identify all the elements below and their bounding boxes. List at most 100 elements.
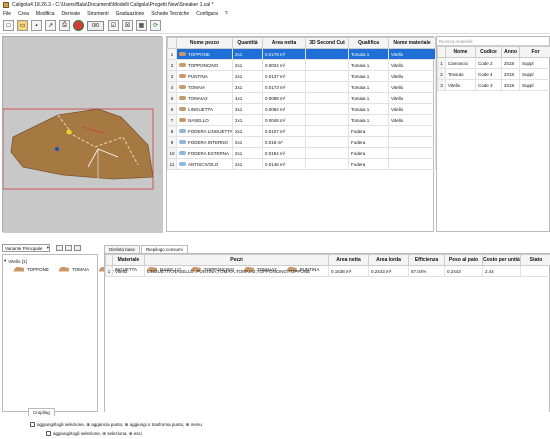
mat-header-name[interactable]: Nome [445, 46, 476, 58]
new-file-icon[interactable]: □ [3, 20, 14, 31]
menu-configura[interactable]: Configura [196, 11, 218, 17]
table-row[interactable]: 1 Vitello LINGUETTA,NASELLO ,PUNTINA,TOM… [105, 265, 550, 277]
row-number: 10 [167, 147, 177, 159]
table-row[interactable]: 5 TOMAIA2 4x1 0.0088 m² Tomaia 1 Vitello [167, 92, 436, 104]
variant-copy-icon[interactable] [65, 245, 72, 251]
sum-header-weight[interactable]: Peso al paio [444, 254, 483, 266]
variant-add-icon[interactable] [56, 245, 63, 251]
col-header-material[interactable]: Nome materiale [388, 37, 436, 49]
mouse-icon [46, 431, 51, 436]
tree-item[interactable]: TOPPONE [4, 265, 49, 273]
table-row[interactable]: 10 FODERA ESTERNA 2x1 0.0154 m² Fodera [167, 147, 436, 159]
row-number: 1 [105, 265, 113, 277]
cell-mat-supplier: Suppl [519, 57, 550, 69]
cell-net-area: 0.0088 m² [262, 92, 306, 104]
sum-header-cost[interactable]: Costo per unità [482, 254, 521, 266]
mat-header-supplier[interactable]: For [519, 46, 550, 58]
table-row[interactable]: 9 FODERA INTERNO 2x1 0.018 m² Fodera [167, 136, 436, 148]
menu-file[interactable]: File [3, 11, 11, 17]
status-area: Cropling aggiungi/togli selezione, ⊕ agg… [0, 408, 550, 439]
empty-cell [306, 214, 349, 225]
empty-cell [168, 214, 177, 225]
print-icon[interactable]: ⎙ [59, 20, 70, 31]
empty-cell [168, 203, 177, 214]
cell-qualifica: Tomaia 1 [348, 81, 389, 93]
material-row[interactable]: 1 Camoscio Code 2 2018 Suppl [437, 57, 550, 69]
menu-modifica[interactable]: Modifica [36, 11, 55, 17]
table-row[interactable]: 4 TOMAIA 2x1 0.0173 m² Tomaia 1 Vitello [167, 81, 436, 93]
cell-quantity: 2x1 [232, 158, 263, 170]
cell-name: FODERA LINGUETTA [176, 125, 233, 137]
open-folder-icon[interactable]: ▭ [17, 20, 28, 31]
menu-graduazione[interactable]: Graduazione [116, 11, 145, 17]
sum-header-efficiency[interactable]: Efficienza [408, 254, 445, 266]
menu-help[interactable]: ? [225, 11, 228, 17]
row-number: 2 [167, 59, 177, 71]
empty-cell [177, 181, 233, 192]
sum-header-gross-area[interactable]: Area lorda [368, 254, 409, 266]
mat-header-year[interactable]: Anno [501, 46, 520, 58]
tab-riepilogo-consumi[interactable]: Riepilogo consumi [141, 245, 188, 253]
col-header-qualifica[interactable]: Qualifica [348, 37, 389, 49]
col-header-net-area[interactable]: Area netta [262, 37, 306, 49]
cell-quantity: 2x1 [232, 59, 263, 71]
table-row[interactable]: 7 NASELLO 2x1 0.0048 m² Tomaia 1 Vitello [167, 114, 436, 126]
cell-quantity: 4x1 [232, 92, 263, 104]
piece-shape-icon [58, 266, 69, 272]
window-title: Caligola4 18.26.3 - C:\Users\Bala\Docume… [12, 1, 214, 8]
variant-select[interactable]: Variante Principale ▾ [2, 244, 50, 252]
collapse-icon[interactable]: ▾ [4, 258, 6, 264]
check-icon[interactable]: ☑ [107, 20, 119, 31]
table-row[interactable]: 3 PUNTINA 2x1 0.0137 m² Tomaia 1 Vitello [167, 70, 436, 82]
tab-cropling[interactable]: Cropling [28, 408, 55, 416]
sum-header-material[interactable]: Materiale [112, 254, 145, 266]
menu-strumenti[interactable]: Strumenti [87, 11, 108, 17]
table-row[interactable]: 2 TOPPONCINO 2x1 0.0024 m² Tomaia 1 Vitello [167, 59, 436, 71]
box-x-icon[interactable]: ☒ [121, 20, 133, 31]
empty-cell [263, 214, 306, 225]
cell-material: Vitello [388, 59, 436, 71]
menu-schede-tecniche[interactable]: Schede Tecniche [151, 11, 189, 17]
grid-icon[interactable]: ▦ [135, 20, 147, 31]
tree-item-label: TOPPONE [27, 266, 49, 272]
table-row[interactable]: 8 FODERA LINGUETTA 2x1 0.0107 m² Fodera [167, 125, 436, 137]
sum-header-net-area[interactable]: Area netta [328, 254, 369, 266]
tree-item[interactable]: TOMAIA [49, 265, 89, 273]
material-row[interactable]: 2 Tessuto Code 4 2018 Suppl [437, 68, 550, 80]
cell-net-area: 0.0084 m² [262, 103, 306, 115]
empty-cell [349, 181, 389, 192]
tree-root[interactable]: ▾ Vitello [1] [4, 257, 96, 265]
col-header-quantity[interactable]: Quantità [232, 37, 263, 49]
col-header-second-cut[interactable]: 3D Second Cut [305, 37, 349, 49]
export-icon[interactable]: ↗ [45, 20, 56, 31]
cell-efficiency: 67.04% [408, 265, 445, 277]
piece-name: ANTISCIVOLO [188, 161, 219, 167]
material-row[interactable]: 3 Vitello Code 3 2018 Suppl [437, 79, 550, 91]
variant-delete-icon[interactable] [74, 245, 81, 251]
cell-name: TOMAIA [176, 81, 233, 93]
materials-search-input[interactable]: Ricerca materiali [437, 37, 549, 46]
record-icon[interactable] [73, 20, 84, 31]
save-icon[interactable]: ▪ [31, 20, 42, 31]
table-row[interactable]: 1 TOPPONE 2x1 0.0178 m² Tomaia 1 Vitello [167, 48, 436, 60]
menu-crea[interactable]: Crea [18, 11, 29, 17]
col-header-name[interactable]: Nome pezzo [176, 37, 233, 49]
table-row[interactable]: 11 ANTISCIVOLO 2x1 0.0146 m² Fodera [167, 158, 436, 170]
empty-cell [168, 181, 177, 192]
sum-header-pieces[interactable]: Pezzi [144, 254, 329, 266]
cell-name: TOPPONCINO [176, 59, 233, 71]
empty-cell [263, 203, 306, 214]
tab-distinta-base[interactable]: Distinta base [104, 245, 141, 253]
mat-header-code[interactable]: Codice [475, 46, 502, 58]
mouse-icon [30, 422, 35, 427]
menu-derivate[interactable]: Derivate [62, 11, 81, 17]
cell-material: Vitello [388, 48, 436, 60]
pattern-viewer[interactable] [2, 36, 163, 233]
refresh-icon[interactable]: ⟳ [149, 20, 161, 31]
sum-header-status[interactable]: Stato [520, 254, 550, 266]
app-icon [3, 1, 9, 8]
cell-mat-supplier: Suppl [519, 68, 550, 80]
cell-qualifica: Tomaia 1 [348, 114, 389, 126]
table-row[interactable]: 6 LINGUETTA 2x1 0.0084 m² Tomaia 1 Vitello [167, 103, 436, 115]
variant-label: Variante Principale [5, 245, 43, 251]
